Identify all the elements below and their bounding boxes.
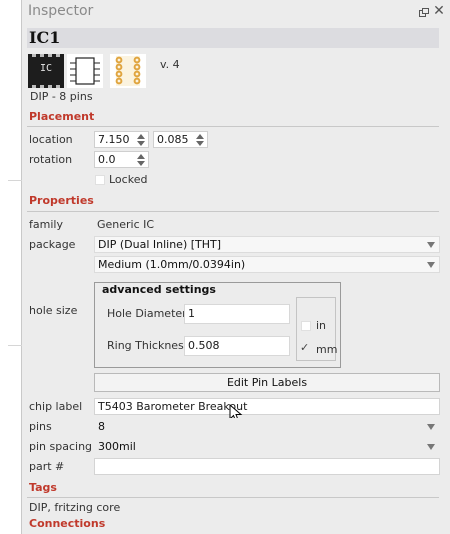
pin-mark: [48, 85, 52, 88]
pcb-view-icon[interactable]: [110, 54, 146, 88]
inspector-panel: Inspector ✕ IC1 IC v. 4 DIP - 8 pins Pla…: [23, 0, 450, 534]
pin-spacing-dropdown[interactable]: 300mil: [94, 438, 440, 455]
ring-thickness-input[interactable]: 0.508: [184, 336, 290, 356]
rotation-label: rotation: [29, 153, 73, 166]
rotation-spinbox[interactable]: 0.0: [94, 151, 149, 168]
breadboard-view-icon[interactable]: IC: [28, 54, 64, 88]
chip-label-value: T5403 Barometer Breakout: [98, 400, 248, 413]
hole-size-value: Medium (1.0mm/0.0394in): [98, 258, 246, 271]
ic-chip-label: IC: [39, 63, 53, 74]
pin-mark: [40, 54, 44, 57]
package-label: package: [29, 238, 76, 251]
edit-pin-labels-button[interactable]: Edit Pin Labels: [94, 373, 440, 392]
hole-diameter-label: Hole Diameter: [107, 307, 187, 320]
part-version: v. 4: [160, 58, 180, 71]
divider: [27, 211, 439, 212]
location-y-spinbox[interactable]: 0.085: [153, 131, 208, 148]
schematic-view-icon[interactable]: [67, 54, 103, 88]
unit-in-label: in: [316, 319, 327, 332]
pins-label: pins: [29, 420, 52, 433]
ring-thickness-label: Ring Thickness: [107, 339, 190, 352]
ruler-tick: [8, 345, 22, 346]
spin-arrows-icon[interactable]: [196, 133, 204, 146]
pin-mark: [40, 85, 44, 88]
unit-in-radio[interactable]: [301, 321, 311, 331]
panel-titlebar: Inspector ✕: [23, 0, 450, 26]
pin-mark: [32, 54, 36, 57]
hole-diameter-value: 1: [188, 307, 195, 320]
part-title-bar: IC1: [27, 28, 439, 48]
hole-size-dropdown[interactable]: Medium (1.0mm/0.0394in): [94, 256, 440, 273]
divider: [27, 497, 439, 498]
rotation-value: 0.0: [98, 153, 116, 166]
pin-mark: [56, 54, 60, 57]
connections-heading[interactable]: Connections: [29, 517, 105, 530]
placement-heading[interactable]: Placement: [29, 110, 94, 123]
pin-mark: [56, 85, 60, 88]
hole-size-label: hole size: [29, 304, 78, 317]
canvas-edge: [0, 0, 22, 534]
location-x-spinbox[interactable]: 7.150: [94, 131, 149, 148]
divider: [27, 126, 439, 127]
locked-checkbox[interactable]: [95, 175, 105, 185]
pins-dropdown[interactable]: 8: [94, 418, 440, 435]
advanced-settings-group: advanced settings Hole Diameter 1 Ring T…: [94, 282, 341, 368]
dropdown-caret-icon: [427, 262, 435, 268]
package-dropdown[interactable]: DIP (Dual Inline) [THT]: [94, 236, 440, 253]
part-number-label: part #: [29, 460, 65, 473]
part-title[interactable]: IC1: [29, 28, 60, 47]
dropdown-caret-icon: [427, 444, 435, 450]
chip-label-label: chip label: [29, 400, 83, 413]
pin-mark: [32, 85, 36, 88]
close-icon[interactable]: ✕: [433, 4, 445, 18]
unit-mm-label: mm: [316, 343, 338, 356]
package-value: DIP (Dual Inline) [THT]: [98, 238, 222, 251]
spin-arrows-icon[interactable]: [137, 133, 145, 146]
hole-diameter-input[interactable]: 1: [184, 304, 290, 324]
family-label: family: [29, 218, 63, 231]
location-label: location: [29, 133, 73, 146]
pin-spacing-value: 300mil: [98, 440, 136, 453]
family-value: Generic IC: [97, 218, 155, 231]
units-group: in ✓ mm: [296, 297, 338, 361]
package-summary: DIP - 8 pins: [30, 90, 93, 103]
checkmark-icon[interactable]: ✓: [300, 342, 312, 354]
pin-spacing-label: pin spacing: [29, 440, 93, 453]
pin-mark: [48, 54, 52, 57]
chip-label-input[interactable]: T5403 Barometer Breakout: [94, 398, 440, 415]
dropdown-caret-icon: [427, 424, 435, 430]
locked-label: Locked: [109, 173, 148, 186]
advanced-settings-title: advanced settings: [102, 283, 216, 296]
pins-value: 8: [98, 420, 105, 433]
dropdown-caret-icon: [427, 242, 435, 248]
location-y-value: 0.085: [157, 133, 189, 146]
float-icon[interactable]: [419, 8, 429, 17]
ring-thickness-value: 0.508: [188, 339, 220, 352]
ruler-tick: [8, 180, 22, 181]
properties-heading[interactable]: Properties: [29, 194, 94, 207]
tags-heading[interactable]: Tags: [29, 481, 57, 494]
spin-arrows-icon[interactable]: [137, 153, 145, 166]
tags-value: DIP, fritzing core: [29, 501, 121, 514]
part-number-input[interactable]: [94, 458, 440, 475]
panel-title: Inspector: [28, 3, 94, 19]
location-x-value: 7.150: [98, 133, 130, 146]
